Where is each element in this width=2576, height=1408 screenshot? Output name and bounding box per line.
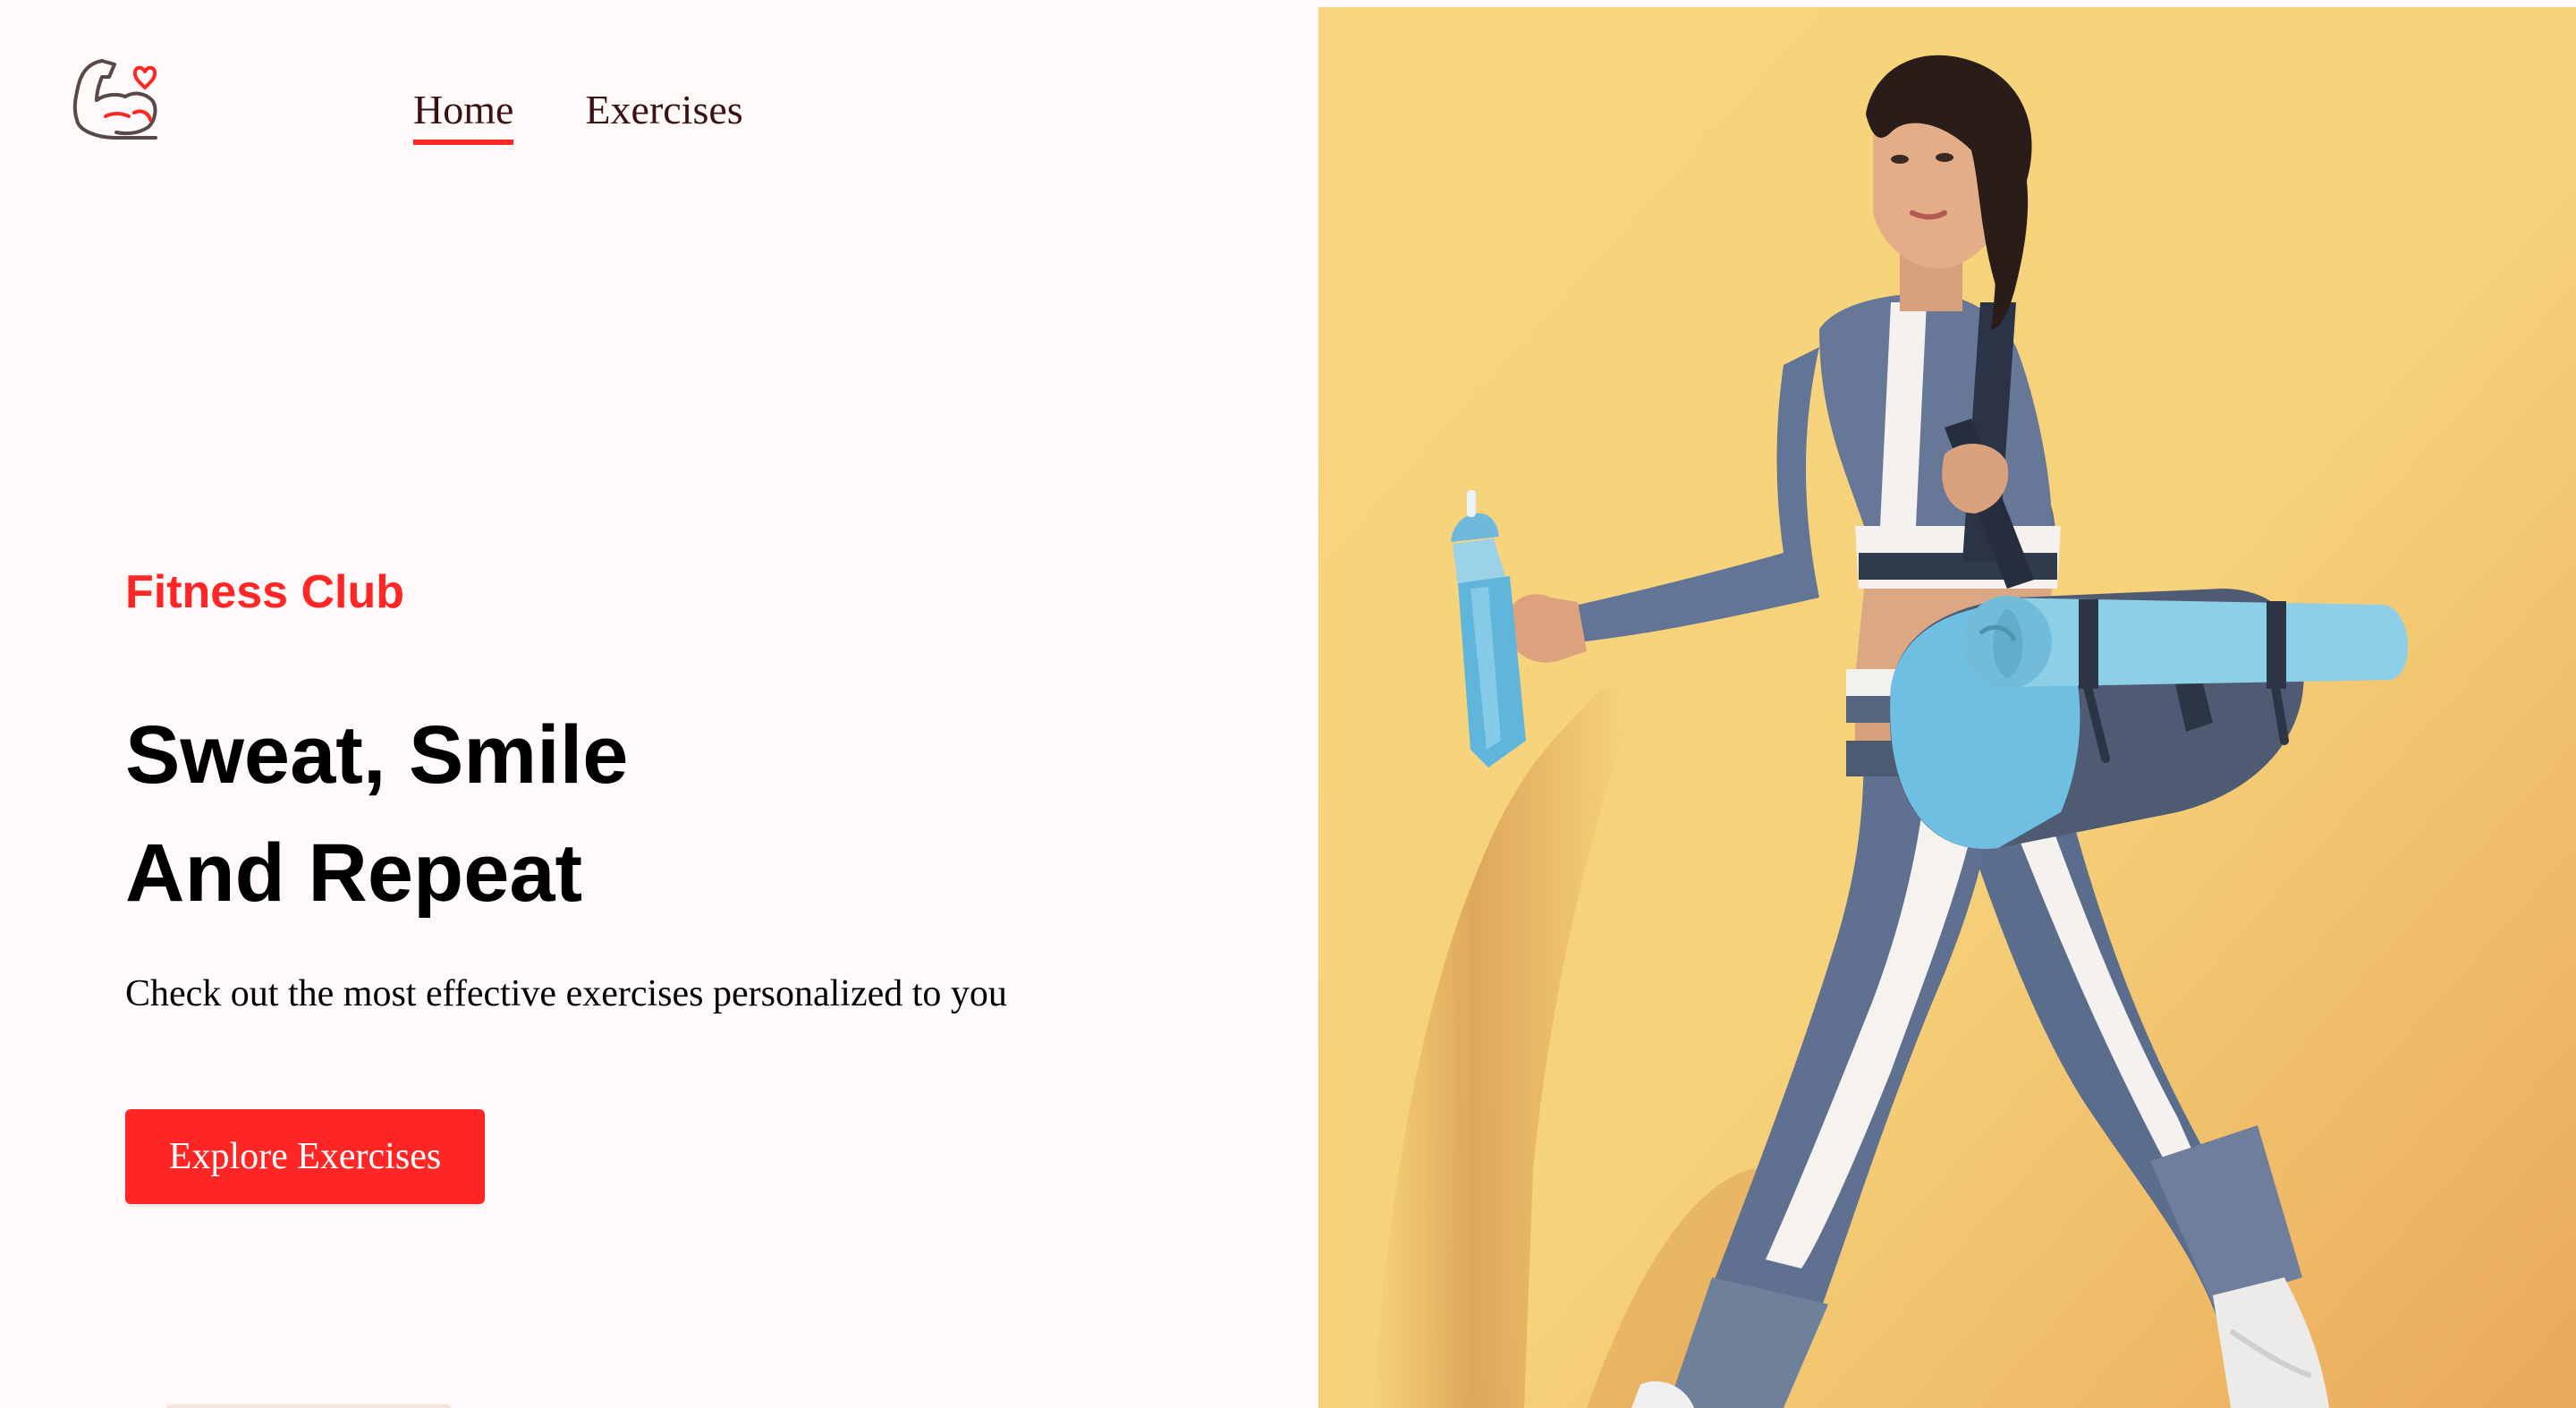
next-section-peek: [166, 1404, 451, 1408]
hero-headline-line1: Sweat, Smile: [125, 709, 629, 801]
nav-exercises-link[interactable]: Exercises: [585, 89, 742, 145]
hero-eyebrow: Fitness Club: [125, 566, 405, 618]
explore-exercises-button[interactable]: Explore Exercises: [125, 1109, 485, 1204]
hero-subtitle: Check out the most effective exercises p…: [125, 973, 1007, 1014]
hero-headline-line2: And Repeat: [125, 827, 583, 919]
flexed-bicep-heart-icon: [72, 59, 157, 140]
woman-walking-fitness-illustration: [1318, 7, 2576, 1408]
nav-home-link[interactable]: Home: [413, 89, 514, 145]
hero-banner-image: [1318, 7, 2576, 1408]
hero-headline: Sweat, Smile And Repeat: [125, 696, 628, 932]
main-nav: Home Exercises: [413, 89, 743, 145]
logo[interactable]: [66, 50, 165, 148]
